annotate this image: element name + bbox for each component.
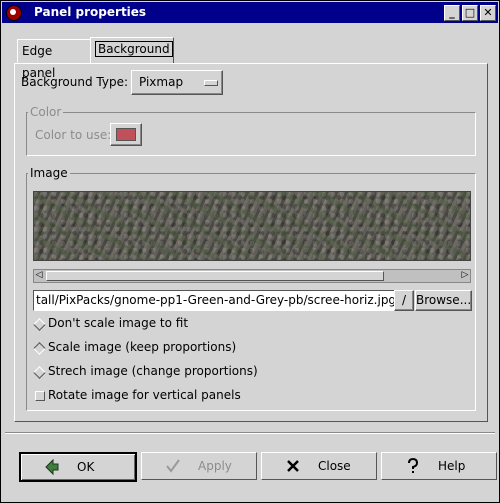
app-logo-icon[interactable] — [6, 5, 22, 21]
color-to-use-label: Color to use: — [35, 128, 112, 142]
close-button[interactable]: Close — [261, 452, 377, 480]
ok-icon — [45, 458, 59, 476]
image-frame-title: Image — [28, 166, 70, 180]
maximize-icon: □ — [464, 6, 476, 19]
close-x-icon — [287, 460, 299, 472]
browse-button[interactable]: Browse... — [415, 290, 472, 311]
checkbox-indicator-icon — [35, 391, 45, 401]
close-window-button[interactable]: ✕ — [480, 5, 496, 21]
horizontal-scrollbar[interactable]: ◁ ▷ — [33, 269, 471, 283]
option-label: Don't scale image to fit — [48, 316, 189, 330]
option-label: Strech image (change proportions) — [48, 364, 258, 378]
close-label: Close — [318, 459, 351, 473]
option-label: Scale image (keep proportions) — [48, 340, 237, 354]
help-label: Help — [438, 459, 466, 473]
option-menu-indicator-icon — [204, 80, 218, 86]
apply-label: Apply — [198, 459, 232, 473]
help-button[interactable]: Help — [381, 452, 497, 480]
tab-background[interactable]: Background — [90, 37, 174, 64]
background-type-value: Pixmap — [139, 75, 184, 89]
minimize-icon: _ — [449, 6, 455, 19]
ok-label: OK — [77, 460, 95, 474]
scroll-right-icon[interactable]: ▷ — [460, 271, 470, 280]
image-preview — [33, 191, 471, 261]
background-type-option-menu[interactable]: Pixmap — [131, 70, 223, 95]
path-history-button[interactable]: / — [394, 290, 414, 311]
scroll-left-icon[interactable]: ◁ — [34, 271, 44, 280]
ok-button[interactable]: OK — [19, 452, 137, 482]
panel-properties-window: Panel properties _ □ ✕ Edge panel Backgr… — [0, 0, 500, 503]
minimize-button[interactable]: _ — [444, 5, 460, 21]
option-label: Rotate image for vertical panels — [48, 388, 241, 402]
titlebar[interactable]: Panel properties _ □ ✕ — [2, 2, 498, 23]
color-frame-title: Color — [28, 105, 64, 119]
maximize-button[interactable]: □ — [462, 5, 478, 21]
color-swatch — [116, 128, 136, 141]
close-icon: ✕ — [483, 6, 493, 19]
help-icon — [408, 457, 419, 473]
slash-label: / — [401, 293, 407, 307]
scrollbar-thumb[interactable] — [46, 271, 384, 281]
browse-label: Browse... — [416, 293, 472, 307]
image-path-input[interactable]: tall/PixPacks/gnome-pp1-Green-and-Grey-p… — [33, 290, 395, 311]
checkmark-icon — [166, 459, 180, 473]
background-type-label: Background Type: — [21, 75, 129, 89]
apply-button[interactable]: Apply — [141, 452, 257, 480]
tab-edge-panel[interactable]: Edge panel — [17, 39, 93, 80]
tab-label: Background — [95, 41, 173, 57]
dialog-divider — [5, 432, 495, 434]
color-picker-button[interactable] — [110, 123, 142, 146]
window-title: Panel properties — [34, 5, 147, 19]
